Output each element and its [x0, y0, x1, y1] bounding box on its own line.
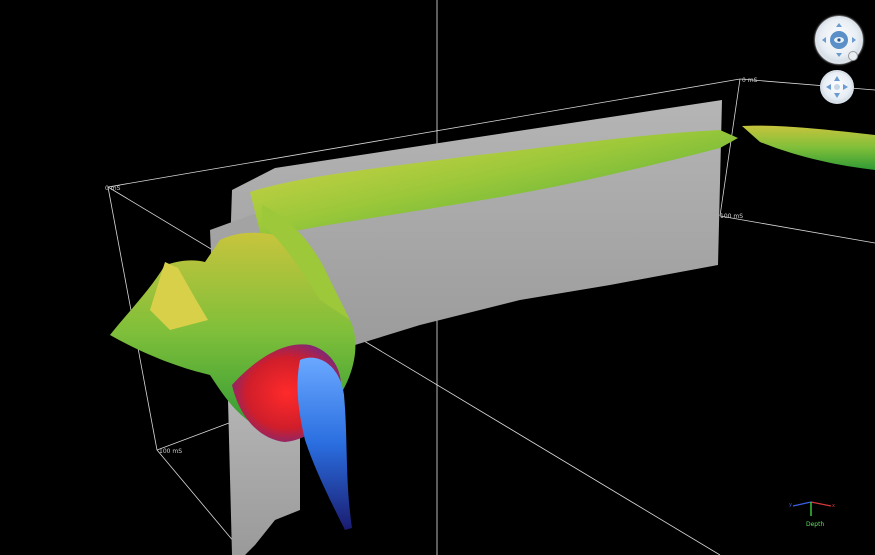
svg-text:x: x [832, 503, 835, 509]
axis-label-top-left: 0 mS [105, 185, 121, 192]
pan-control-button[interactable] [820, 70, 854, 104]
orientation-triad: y x [789, 501, 835, 516]
3d-viewport[interactable]: 0 mS 0 mS 100 mS 100 mS y x Depth [0, 0, 875, 555]
svg-text:y: y [789, 502, 792, 508]
depth-axis-label: Depth [806, 521, 825, 528]
axis-label-mid-right: 100 mS [720, 213, 744, 220]
horizon-surface [110, 125, 875, 530]
gear-icon[interactable] [848, 51, 858, 61]
pan-control-icon [826, 76, 848, 98]
axis-label-top-right: 0 mS [742, 77, 758, 84]
axis-label-bottom-left: 100 mS [159, 448, 183, 455]
